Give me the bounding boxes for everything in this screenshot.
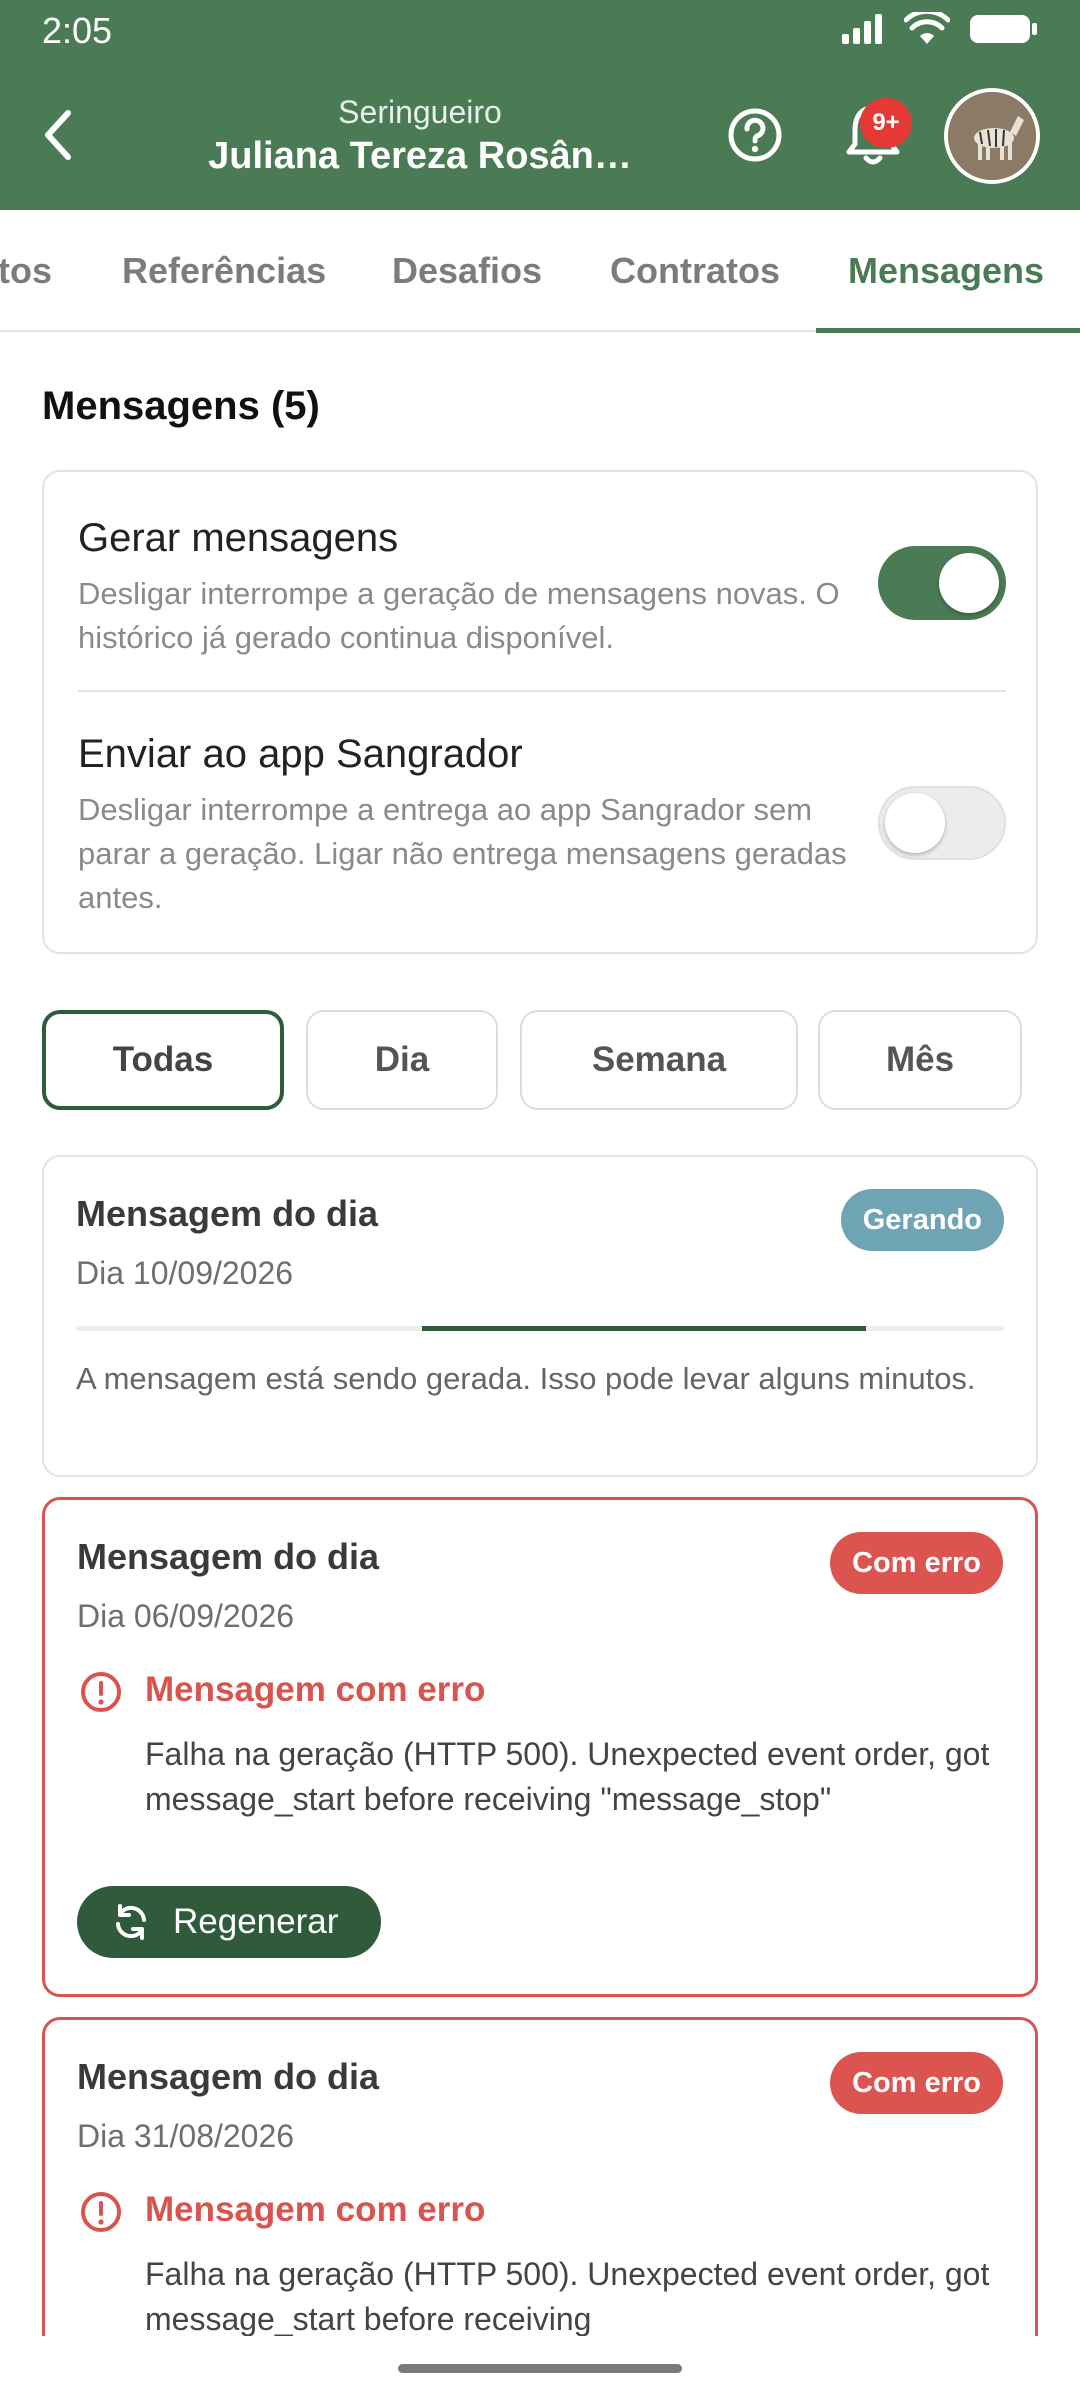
- app-header: 2:05 Seringueiro Juliana Tereza Rosân… 9…: [0, 0, 1080, 210]
- wifi-icon: [904, 12, 950, 44]
- zebra-avatar-icon: [948, 92, 1036, 180]
- send-toggle[interactable]: [878, 786, 1006, 860]
- help-icon: [728, 108, 782, 162]
- tab-partial[interactable]: tos: [0, 250, 52, 292]
- notification-badge: 9+: [860, 98, 912, 148]
- battery-icon: [970, 15, 1037, 43]
- message-date: Dia 10/09/2026: [76, 1255, 294, 1291]
- generate-setting-description: Desligar interrompe a geração de mensage…: [78, 576, 840, 655]
- message-card-generating[interactable]: Mensagem do dia Gerando Dia 10/09/2026 A…: [42, 1155, 1038, 1477]
- status-badge: Com erro: [830, 2052, 1003, 2114]
- signal-icon: [842, 14, 882, 44]
- error-title: Mensagem com erro: [145, 2190, 486, 2229]
- send-setting-description: Desligar interrompe a entrega ao app San…: [78, 792, 847, 915]
- status-badge: Gerando: [840, 1189, 1004, 1251]
- filter-todas[interactable]: Todas: [42, 1010, 284, 1110]
- error-title: Mensagem com erro: [145, 1670, 486, 1709]
- message-date: Dia 06/09/2026: [77, 1598, 295, 1634]
- settings-divider: [78, 690, 1006, 692]
- refresh-icon: [116, 1904, 146, 1940]
- status-badge: Com erro: [830, 1532, 1003, 1594]
- message-title: Mensagem do dia: [77, 2056, 380, 2097]
- error-icon: [81, 1672, 121, 1712]
- section-title: Mensagens (5): [42, 384, 320, 428]
- active-tab-indicator: [816, 328, 1080, 333]
- error-icon: [81, 2192, 121, 2232]
- tab-mensagens[interactable]: Mensagens: [848, 250, 1044, 292]
- settings-card: Gerar mensagens Desligar interrompe a ge…: [42, 470, 1038, 954]
- generate-setting-title: Gerar mensagens: [78, 516, 399, 560]
- regenerate-label: Regenerar: [173, 1902, 339, 1941]
- back-button[interactable]: [28, 95, 88, 175]
- filter-mes[interactable]: Mês: [818, 1010, 1022, 1110]
- status-icons: [840, 12, 1040, 46]
- generate-toggle[interactable]: [878, 546, 1006, 620]
- message-status-text: A mensagem está sendo gerada. Isso pode …: [76, 1361, 976, 1396]
- progress-indicator: [422, 1326, 866, 1331]
- header-subtitle: Seringueiro: [338, 94, 502, 130]
- error-text: Falha na geração (HTTP 500). Unexpected …: [145, 1736, 990, 1817]
- toggle-knob: [939, 553, 999, 613]
- header-title: Juliana Tereza Rosân…: [208, 135, 632, 177]
- filter-dia[interactable]: Dia: [306, 1010, 498, 1110]
- progress-bar: [76, 1326, 1004, 1331]
- home-indicator[interactable]: [398, 2364, 682, 2373]
- status-time: 2:05: [42, 10, 113, 51]
- chevron-left-icon: [45, 110, 71, 160]
- tab-referencias[interactable]: Referências: [122, 250, 326, 292]
- toggle-knob: [885, 793, 945, 853]
- filter-semana[interactable]: Semana: [520, 1010, 798, 1110]
- avatar[interactable]: [944, 88, 1040, 184]
- message-date: Dia 31/08/2026: [77, 2118, 295, 2154]
- send-setting-title: Enviar ao app Sangrador: [78, 732, 523, 776]
- message-card-error[interactable]: Mensagem do dia Com erro Dia 06/09/2026 …: [42, 1497, 1038, 1997]
- tab-bar: tos Referências Desafios Contratos Mensa…: [0, 210, 1080, 333]
- header-titles: Seringueiro Juliana Tereza Rosân…: [150, 92, 690, 180]
- message-title: Mensagem do dia: [77, 1536, 380, 1577]
- regenerate-button[interactable]: Regenerar: [77, 1886, 381, 1958]
- tab-desafios[interactable]: Desafios: [392, 250, 542, 292]
- message-title: Mensagem do dia: [76, 1193, 379, 1234]
- help-button[interactable]: [726, 106, 784, 164]
- tab-contratos[interactable]: Contratos: [610, 250, 780, 292]
- error-text: Falha na geração (HTTP 500). Unexpected …: [145, 2256, 990, 2337]
